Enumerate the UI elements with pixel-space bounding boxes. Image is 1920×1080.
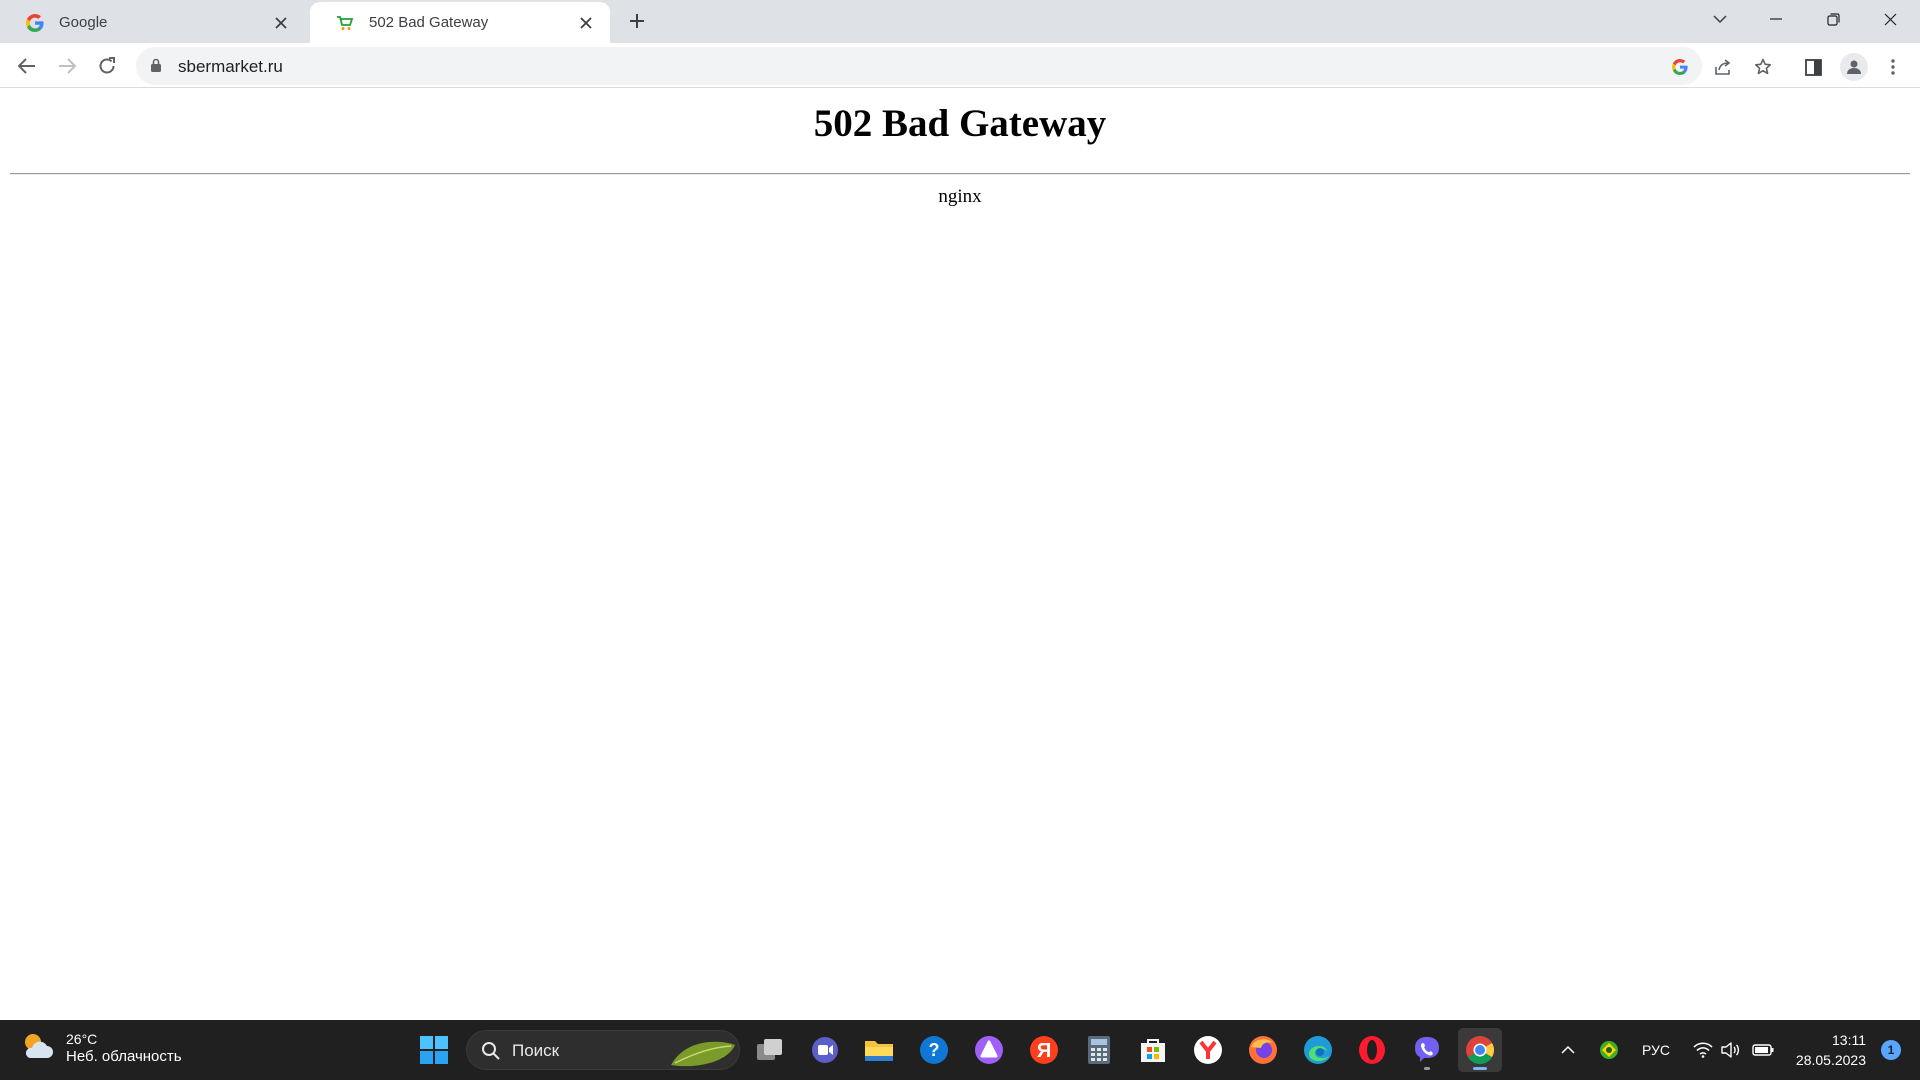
- tab-google[interactable]: Google: [0, 2, 305, 43]
- weather-condition: Неб. облачность: [66, 1048, 182, 1065]
- svg-text:?: ?: [929, 1040, 940, 1060]
- clock-time: 13:11: [1832, 1032, 1866, 1048]
- lock-icon[interactable]: [150, 58, 162, 78]
- clock-date: 28.05.2023: [1795, 1052, 1866, 1068]
- cart-icon: [335, 13, 355, 33]
- tab-strip: Google 502 Bad Gateway: [0, 0, 1920, 43]
- minimize-icon[interactable]: [1748, 0, 1804, 38]
- tab-search-chevron-down-icon[interactable]: [1692, 0, 1748, 38]
- new-tab-button[interactable]: [622, 6, 652, 36]
- search-placeholder: Поиск: [512, 1041, 560, 1060]
- chat-icon[interactable]: [803, 1028, 847, 1072]
- google-g-icon: [25, 13, 45, 33]
- store-icon[interactable]: [1131, 1028, 1175, 1072]
- tab-502-bad-gateway[interactable]: 502 Bad Gateway: [310, 2, 610, 43]
- alice-icon[interactable]: [967, 1028, 1011, 1072]
- back-arrow-icon[interactable]: [11, 50, 43, 82]
- taskbar: 26°C Неб. облачность Поиск ? Я РУС 13:11…: [0, 1020, 1920, 1080]
- file-explorer-icon[interactable]: [857, 1028, 901, 1072]
- browser-toolbar: sbermarket.ru: [0, 43, 1920, 88]
- weather-temperature: 26°C: [66, 1031, 98, 1047]
- language-indicator[interactable]: РУС: [1638, 1038, 1674, 1062]
- reload-icon[interactable]: [91, 50, 123, 82]
- firefox-icon[interactable]: [1241, 1028, 1285, 1072]
- start-button[interactable]: [412, 1028, 456, 1072]
- active-indicator: [1473, 1067, 1487, 1070]
- volume-icon[interactable]: [1718, 1038, 1744, 1062]
- close-icon[interactable]: [576, 13, 596, 33]
- error-heading: 502 Bad Gateway: [813, 102, 1107, 145]
- chevron-up-icon[interactable]: [1556, 1038, 1580, 1062]
- battery-icon[interactable]: [1750, 1038, 1776, 1062]
- server-name: nginx: [938, 186, 982, 207]
- forward-arrow-icon[interactable]: [51, 50, 83, 82]
- running-indicator: [1424, 1067, 1430, 1070]
- notification-badge[interactable]: 1: [1881, 1040, 1901, 1060]
- help-icon[interactable]: ?: [912, 1028, 956, 1072]
- search-icon: [481, 1041, 501, 1066]
- svg-text:Я: Я: [1037, 1040, 1051, 1062]
- yandex-icon[interactable]: Я: [1022, 1028, 1066, 1072]
- more-menu-icon[interactable]: [1880, 54, 1906, 80]
- restore-icon[interactable]: [1805, 0, 1861, 38]
- wifi-icon[interactable]: [1690, 1038, 1716, 1062]
- profile-avatar-icon[interactable]: [1840, 53, 1868, 81]
- url-text[interactable]: sbermarket.ru: [178, 57, 283, 77]
- tab-title: Google: [59, 14, 108, 31]
- opera-icon[interactable]: [1350, 1028, 1394, 1072]
- tray-app-icon[interactable]: [1596, 1038, 1622, 1062]
- taskbar-search[interactable]: Поиск: [466, 1030, 740, 1070]
- chrome-icon[interactable]: [1458, 1028, 1502, 1072]
- page-content: 502 Bad Gateway nginx: [0, 88, 1920, 1020]
- viber-icon[interactable]: [1405, 1028, 1449, 1072]
- tab-title: 502 Bad Gateway: [369, 14, 489, 31]
- windows-start-icon: [420, 1036, 448, 1064]
- edge-icon[interactable]: [1296, 1028, 1340, 1072]
- window-close-icon[interactable]: [1862, 0, 1918, 38]
- divider: [10, 173, 1910, 175]
- side-panel-icon[interactable]: [1800, 54, 1826, 80]
- address-bar[interactable]: sbermarket.ru: [136, 47, 1702, 85]
- close-icon[interactable]: [271, 13, 291, 33]
- google-lens-g-icon[interactable]: [1667, 54, 1693, 80]
- calculator-icon[interactable]: [1077, 1028, 1121, 1072]
- yandex-browser-icon[interactable]: [1186, 1028, 1230, 1072]
- weather-widget[interactable]: 26°C Неб. облачность: [20, 1030, 182, 1066]
- bookmark-star-icon[interactable]: [1750, 54, 1776, 80]
- leaf-highlight-icon: [667, 1037, 737, 1072]
- partly-cloudy-icon: [20, 1031, 54, 1066]
- system-clock[interactable]: 13:11 28.05.2023: [1796, 1030, 1866, 1070]
- share-icon[interactable]: [1710, 54, 1736, 80]
- task-view-icon[interactable]: [748, 1028, 792, 1072]
